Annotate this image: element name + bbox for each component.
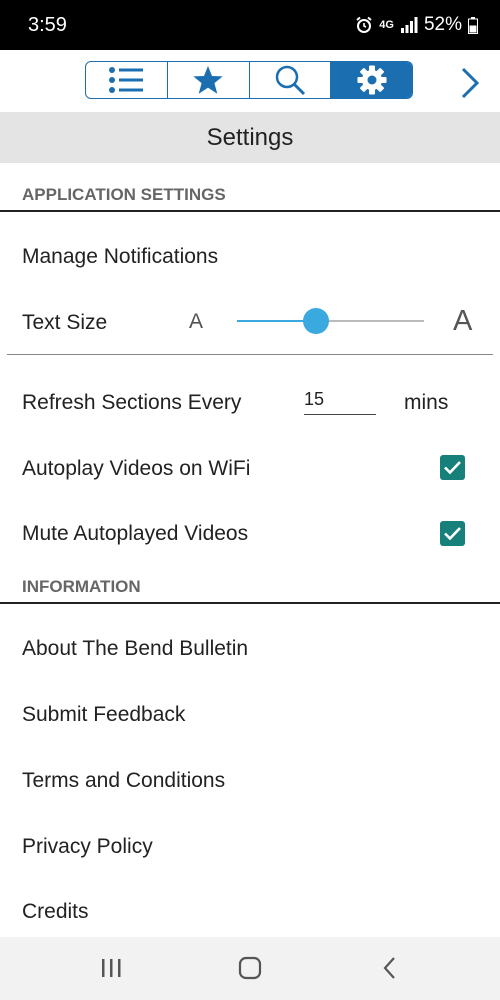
check-icon [444, 527, 461, 541]
credits-item[interactable]: Credits [22, 900, 89, 924]
battery-icon [468, 16, 478, 34]
star-icon [193, 66, 223, 94]
application-settings-header: APPLICATION SETTINGS [0, 180, 500, 212]
terms-item[interactable]: Terms and Conditions [22, 769, 225, 793]
top-toolbar [0, 50, 500, 112]
battery-percent: 52% [423, 14, 462, 35]
privacy-policy-item[interactable]: Privacy Policy [22, 835, 153, 859]
tab-sections[interactable] [86, 62, 168, 98]
system-nav-bar [0, 937, 500, 1000]
refresh-label: Refresh Sections Every [22, 391, 242, 414]
tab-settings[interactable] [331, 62, 412, 98]
submit-feedback-item[interactable]: Submit Feedback [22, 703, 185, 727]
check-icon [444, 461, 461, 475]
manage-notifications-item[interactable]: Manage Notifications [22, 245, 218, 269]
alarm-icon [356, 16, 372, 33]
autoplay-wifi-checkbox[interactable] [440, 455, 465, 480]
mute-autoplay-checkbox[interactable] [440, 521, 465, 546]
recent-apps-icon[interactable] [96, 955, 126, 981]
signal-icon [400, 17, 418, 33]
page-title: Settings [0, 112, 500, 163]
text-size-large-label: A [453, 305, 473, 337]
divider [7, 354, 493, 355]
information-header: INFORMATION [0, 572, 500, 604]
refresh-interval-input[interactable]: 15 [304, 389, 376, 415]
text-size-slider-thumb[interactable] [303, 308, 329, 334]
home-icon[interactable] [235, 955, 265, 981]
mute-autoplay-label: Mute Autoplayed Videos [22, 522, 249, 545]
tab-favorites[interactable] [168, 62, 250, 98]
text-size-slider[interactable] [237, 308, 424, 334]
autoplay-wifi-label: Autoplay Videos on WiFi [22, 457, 251, 480]
tab-search[interactable] [250, 62, 332, 98]
section-tabs [85, 61, 413, 99]
chevron-right-icon[interactable] [455, 66, 485, 100]
text-size-small-label: A [189, 310, 204, 333]
search-icon [275, 65, 305, 96]
about-item[interactable]: About The Bend Bulletin [22, 637, 248, 661]
gear-icon [357, 65, 387, 95]
status-time: 3:59 [28, 14, 67, 36]
refresh-unit: mins [404, 391, 449, 414]
status-bar: 3:59 4G 52% [0, 0, 500, 50]
list-icon [109, 67, 144, 93]
back-icon[interactable] [375, 955, 405, 981]
network-type: 4G [379, 18, 394, 31]
status-icons: 4G 52% [355, 14, 478, 36]
text-size-label: Text Size [22, 311, 108, 334]
